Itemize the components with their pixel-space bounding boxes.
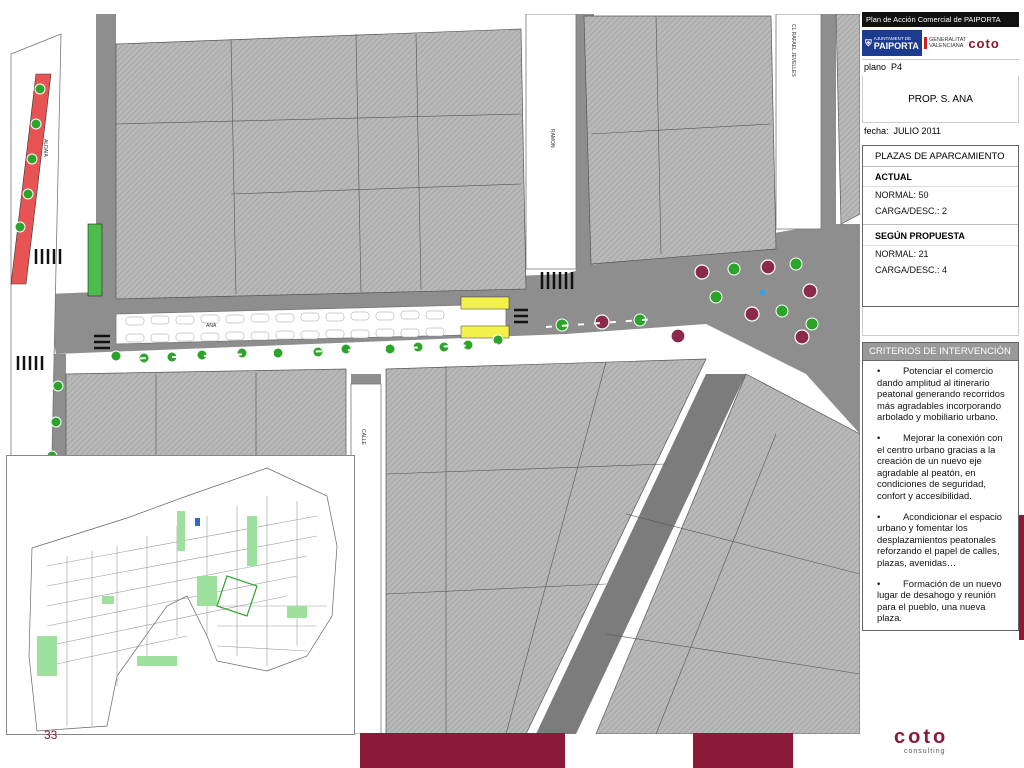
- plano-value: P4: [891, 62, 903, 72]
- footer-band: [360, 733, 565, 768]
- parking-box: PLAZAS DE APARCAMIENTO ACTUAL NORMAL: 50…: [862, 145, 1019, 307]
- propuesta-heading: SEGÚN PROPUESTA: [863, 225, 1018, 246]
- label-rafael: CL RAFAEL JEVELLES: [790, 24, 796, 77]
- bullet-icon: •: [877, 577, 881, 589]
- propuesta-normal: NORMAL: 21: [875, 249, 929, 259]
- info-panel: Plan de Acción Comercial de PAIPORTA ⛨ A…: [862, 12, 1019, 642]
- propuesta-carga: CARGA/DESC.: 4: [875, 265, 948, 275]
- label-ana: ANA: [206, 323, 217, 329]
- bullet-icon: •: [877, 365, 881, 376]
- criteria-item: • Potenciar el comercio dando amplitud al…: [877, 365, 1010, 423]
- prop-title-box: PROP. S. ANA: [862, 76, 1019, 123]
- parking-title: PLAZAS DE APARCAMIENTO: [863, 146, 1018, 167]
- generalitat-logo: GENERALITAT VALENCIANA: [923, 37, 966, 49]
- fecha-value: JULIO 2011: [893, 126, 941, 136]
- actual-normal: NORMAL: 50: [875, 190, 929, 200]
- actual-carga: CARGA/DESC.: 2: [863, 203, 1018, 225]
- criteria-item: • Acondicionar el espacio urbano y foment…: [877, 511, 1010, 569]
- plan-title: Plan de Acción Comercial de PAIPORTA: [862, 12, 1019, 27]
- shield-icon: ⛨: [865, 37, 872, 48]
- footer-coto-logo: coto: [894, 726, 949, 748]
- bullet-icon: •: [877, 431, 881, 443]
- fecha-label: fecha:: [864, 126, 889, 136]
- location-inset-map: [6, 455, 355, 735]
- bullet-icon: •: [877, 510, 881, 522]
- prop-title: PROP. S. ANA: [908, 93, 973, 105]
- paiporta-logo: ⛨ AJUNTAMENT DE PAIPORTA: [862, 30, 922, 56]
- footer-band: [693, 733, 793, 768]
- footer-consulting: consulting: [904, 748, 946, 755]
- loading-zone: [460, 296, 510, 310]
- plano-row: plano P4: [862, 60, 1019, 76]
- criteria-item: • Mejorar la conexión con el centro urban…: [877, 432, 1010, 502]
- criteria-item: • Formación de un nuevo lugar de desahogo…: [877, 578, 1010, 624]
- criteria-body: • Potenciar el comercio dando amplitud al…: [862, 361, 1019, 631]
- label-aldaia: ALDAIA: [42, 139, 48, 157]
- garden-strip: [87, 223, 103, 297]
- actual-heading: ACTUAL: [863, 167, 1018, 187]
- side-band: [1019, 515, 1024, 640]
- inset-location-marker: [195, 518, 200, 526]
- generalitat-line2: VALENCIANA: [928, 43, 964, 49]
- page-number: 33: [44, 728, 58, 742]
- criteria-title: CRITERIOS DE INTERVENCIÓN: [862, 342, 1019, 361]
- fecha-row: fecha: JULIO 2011: [862, 123, 1019, 141]
- label-ramon: RAMON: [549, 129, 555, 148]
- plano-label: plano: [864, 62, 887, 72]
- paiporta-logo-name: PAIPORTA: [873, 40, 919, 51]
- inset-svg: [7, 456, 354, 734]
- logos-row: ⛨ AJUNTAMENT DE PAIPORTA GENERALITAT VALE…: [862, 27, 1019, 60]
- kiosk-icon: [760, 290, 765, 295]
- spacer-box: [862, 307, 1019, 336]
- coto-logo: coto: [968, 35, 1000, 51]
- label-calle: CALLE: [360, 429, 366, 446]
